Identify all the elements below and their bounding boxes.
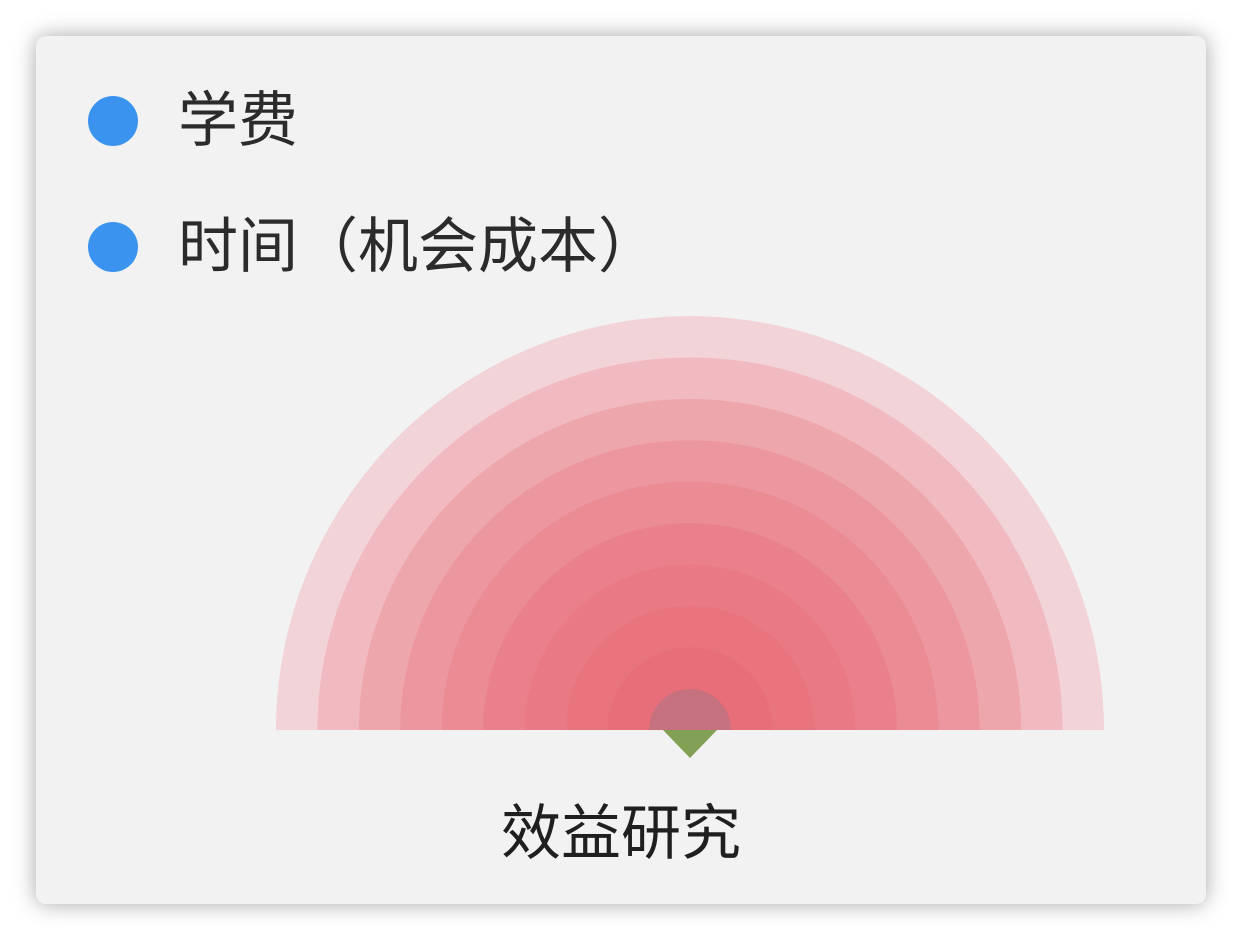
diagram-card: 学费 时间（机会成本） 效益研究 xyxy=(36,36,1206,904)
diagram-caption: 效益研究 xyxy=(501,799,741,869)
pointer-triangle-icon xyxy=(663,730,717,758)
semicircle-fan-diagram xyxy=(276,316,1104,758)
